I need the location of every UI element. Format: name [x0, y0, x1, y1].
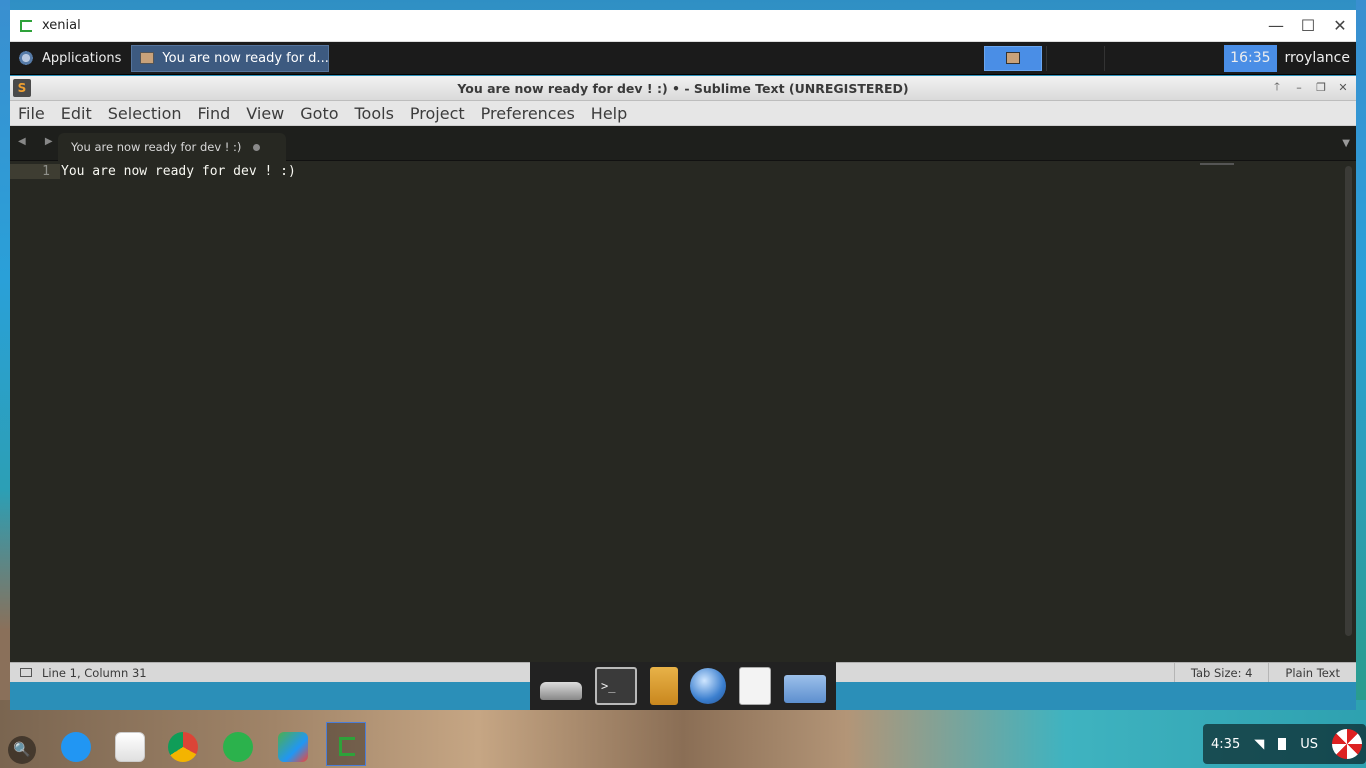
menu-find[interactable]: Find	[190, 104, 239, 123]
sublime-text-window: S You are now ready for dev ! :) • - Sub…	[10, 76, 1356, 682]
xenial-window: xenial — ☐ ✕ Applications You are now re…	[10, 10, 1356, 710]
workspace-window-icon	[1006, 52, 1021, 64]
battery-icon	[1278, 738, 1287, 750]
maps-icon[interactable]	[278, 732, 308, 762]
xfce-dock: >_	[530, 662, 836, 710]
folder-icon[interactable]	[783, 675, 826, 703]
applications-label: Applications	[42, 50, 122, 66]
xenial-titlebar: xenial — ☐ ✕	[10, 10, 1356, 42]
workspace-3[interactable]	[1104, 45, 1162, 71]
sublime-menubar: File Edit Selection Find View Goto Tools…	[10, 101, 1356, 126]
menu-help[interactable]: Help	[583, 104, 635, 123]
wifi-icon: ◥	[1254, 736, 1265, 752]
tab-dropdown-icon[interactable]: ▼	[1342, 138, 1350, 149]
taskbar-window-button[interactable]: You are now ready for d...	[131, 44, 330, 72]
unsaved-dot-icon[interactable]	[253, 143, 261, 151]
workspace-2[interactable]	[1046, 45, 1104, 71]
web-store-icon[interactable]	[115, 732, 145, 762]
drive-icon[interactable]	[540, 682, 583, 700]
taskbar-window-label: You are now ready for d...	[162, 50, 329, 66]
raise-button[interactable]: 🡑	[1268, 78, 1286, 96]
menu-tools[interactable]: Tools	[347, 104, 402, 123]
panel-username[interactable]: rroylance	[1277, 50, 1356, 66]
sublime-close-button[interactable]: ✕	[1334, 78, 1352, 96]
line-number: 1	[10, 164, 60, 179]
applications-menu-button[interactable]: Applications	[10, 42, 129, 74]
status-tray[interactable]: 4:35 ◥ US	[1203, 724, 1366, 764]
line-gutter: 1	[10, 162, 60, 662]
close-button[interactable]: ✕	[1324, 16, 1356, 35]
menu-selection[interactable]: Selection	[100, 104, 190, 123]
sublime-window-controls: 🡑 – ❐ ✕	[1268, 78, 1352, 96]
sublime-minimize-button[interactable]: –	[1290, 78, 1308, 96]
crostini-terminal-icon[interactable]	[326, 722, 366, 766]
menu-view[interactable]: View	[238, 104, 292, 123]
launcher-search-icon[interactable]: 🔍	[8, 736, 36, 764]
files-app-icon[interactable]	[61, 732, 91, 762]
menu-preferences[interactable]: Preferences	[473, 104, 583, 123]
tab-size-selector[interactable]: Tab Size: 4	[1173, 663, 1269, 682]
tab-label: You are now ready for dev ! :)	[71, 140, 242, 154]
feedly-icon[interactable]	[223, 732, 253, 762]
tab-bar: ◀ ▶ You are now ready for dev ! :) ▼	[10, 126, 1356, 161]
maximize-button[interactable]: ☐	[1292, 16, 1324, 35]
minimap[interactable]	[1200, 163, 1234, 165]
desktop-wallpaper-right	[1356, 0, 1366, 700]
xfce-top-panel: Applications You are now ready for d... …	[10, 42, 1356, 75]
menu-file[interactable]: File	[10, 104, 53, 123]
file-cabinet-icon[interactable]	[649, 667, 678, 705]
sublime-window-title: You are now ready for dev ! :) • - Subli…	[457, 80, 909, 96]
tab-untitled[interactable]: You are now ready for dev ! :)	[58, 133, 286, 161]
chromeos-shelf: 🔍 4:35 ◥ US	[0, 720, 1366, 768]
chrome-icon[interactable]	[168, 732, 198, 762]
menu-goto[interactable]: Goto	[292, 104, 346, 123]
desktop-wallpaper-left	[0, 0, 10, 700]
vertical-scrollbar[interactable]	[1345, 166, 1352, 636]
cursor-position: Line 1, Column 31	[42, 665, 147, 680]
window-title: xenial	[42, 18, 81, 33]
window-thumbnail-icon	[140, 52, 155, 64]
keyboard-layout: US	[1300, 736, 1318, 752]
xfce-logo-icon	[16, 48, 36, 68]
user-avatar	[1332, 729, 1362, 759]
terminal-app-icon	[20, 19, 32, 32]
menu-edit[interactable]: Edit	[53, 104, 100, 123]
sublime-titlebar: S You are now ready for dev ! :) • - Sub…	[10, 76, 1356, 101]
workspace-1[interactable]	[984, 45, 1043, 71]
panel-clock[interactable]: 16:35	[1224, 44, 1277, 72]
tab-nav-arrows[interactable]: ◀ ▶	[18, 136, 61, 147]
web-browser-icon[interactable]	[690, 668, 727, 704]
syntax-selector[interactable]: Plain Text	[1268, 663, 1356, 682]
menu-project[interactable]: Project	[402, 104, 473, 123]
minimize-button[interactable]: —	[1260, 16, 1292, 35]
show-panel-icon[interactable]	[20, 668, 32, 677]
app-finder-icon[interactable]	[738, 667, 771, 705]
editor-area[interactable]: 1 You are now ready for dev ! :) Line 1,…	[10, 162, 1356, 682]
terminal-icon[interactable]: >_	[594, 667, 637, 705]
tray-time: 4:35	[1211, 736, 1241, 752]
editor-line-text[interactable]: You are now ready for dev ! :)	[61, 164, 296, 179]
sublime-restore-button[interactable]: ❐	[1312, 78, 1330, 96]
